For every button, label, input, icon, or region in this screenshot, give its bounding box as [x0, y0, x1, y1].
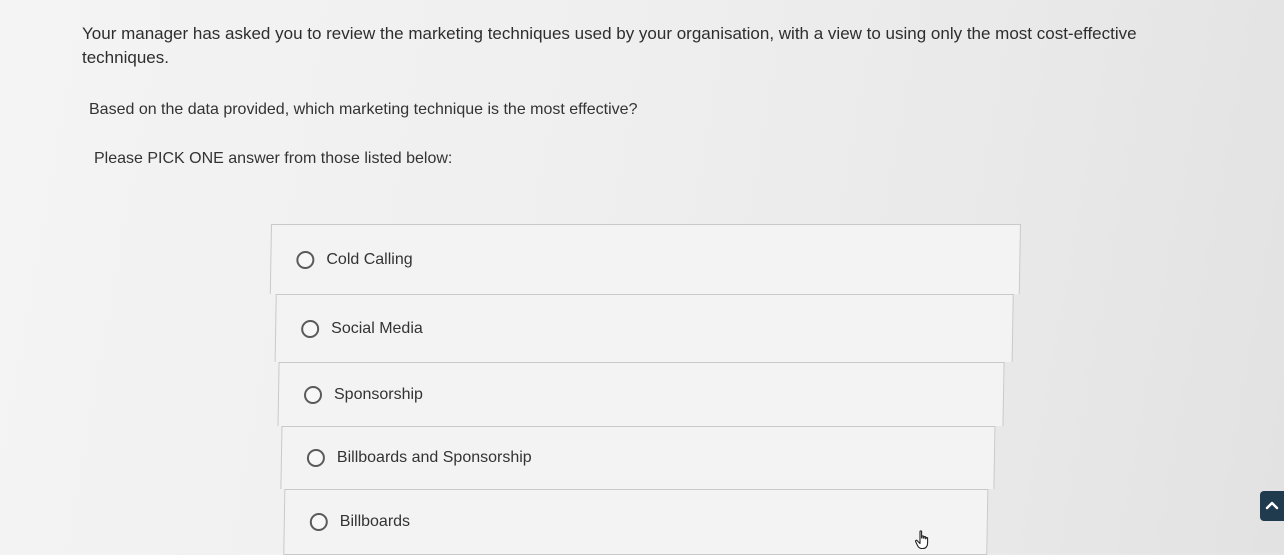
question-intro: Your manager has asked you to review the…	[82, 24, 1137, 67]
option-label: Billboards	[339, 513, 411, 530]
hand-pointer-icon	[914, 530, 932, 550]
radio-button[interactable]	[303, 385, 323, 404]
option-social-media[interactable]: Social Media	[274, 294, 1014, 362]
option-billboards[interactable]: Billboards	[283, 489, 989, 555]
option-billboards-and-sponsorship[interactable]: Billboards and Sponsorship	[280, 426, 996, 489]
radio-button[interactable]	[309, 513, 328, 531]
scroll-to-top-button[interactable]	[1260, 491, 1284, 521]
radio-button[interactable]	[306, 449, 326, 467]
option-sponsorship[interactable]: Sponsorship	[277, 362, 1005, 426]
radio-button[interactable]	[296, 250, 315, 269]
chevron-up-icon	[1265, 497, 1279, 515]
option-label: Billboards and Sponsorship	[336, 449, 532, 466]
radio-button[interactable]	[301, 319, 320, 338]
answer-instruction: Please PICK ONE answer from those listed…	[94, 150, 453, 167]
option-label: Social Media	[331, 319, 423, 337]
answer-options-list: Cold Calling Social Media Sponsorship Bi…	[265, 224, 1021, 555]
option-cold-calling[interactable]: Cold Calling	[269, 224, 1021, 294]
option-label: Sponsorship	[334, 385, 423, 403]
question-prompt: Based on the data provided, which market…	[89, 101, 638, 118]
option-label: Cold Calling	[326, 250, 413, 268]
